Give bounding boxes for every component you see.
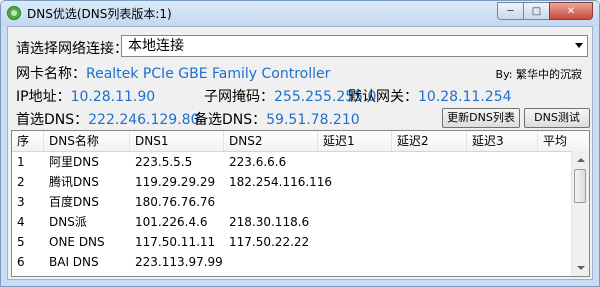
column-header-delay1[interactable]: 延迟1 [318, 131, 392, 151]
window-title: DNS优选(DNS列表版本:1) [27, 7, 172, 21]
cell-delay3 [467, 253, 538, 272]
cell-dns-name: BAI DNS [49, 255, 99, 269]
cell-delay2 [392, 233, 467, 252]
cell-seq: 6 [17, 255, 25, 269]
arrow-up-icon [576, 157, 585, 162]
app-window: DNS优选(DNS列表版本:1) ─ □ ✕ 请选择网络连接： 本地连接 网卡名… [0, 0, 600, 287]
column-header-delay2[interactable]: 延迟2 [392, 131, 467, 151]
close-icon: ✕ [566, 5, 576, 17]
cell-dns1: 223.5.5.5 [135, 155, 193, 169]
update-dns-list-button[interactable]: 更新DNS列表 [442, 108, 520, 128]
alternate-dns-label: 备选DNS： [194, 112, 267, 128]
cell-dns2: 218.30.118.6 [229, 215, 310, 229]
maximize-button[interactable]: □ [523, 2, 549, 20]
network-connection-select[interactable]: 本地连接 [121, 35, 588, 57]
gateway-row: 默认网关：10.28.11.254 [348, 86, 512, 106]
alternate-dns-row: 备选DNS：59.51.78.210 [194, 109, 360, 129]
author-byline: By: 繁华中的沉寂 [495, 68, 582, 81]
dns-table: 序 DNS名称 DNS1 DNS2 延迟1 延迟2 延迟3 平均 1 阿里DNS 223.5.5.… [11, 130, 590, 277]
network-select-value: 本地连接 [128, 38, 184, 54]
arrow-down-icon [576, 265, 585, 270]
cell-dns2 [224, 193, 318, 212]
ip-label: IP地址： [16, 89, 71, 105]
cell-seq: 5 [17, 235, 25, 249]
cell-delay1 [318, 253, 392, 272]
cell-dns1: 101.226.4.6 [135, 215, 208, 229]
scrollbar-thumb[interactable] [574, 169, 586, 203]
cell-dns-name: 阿里DNS [49, 155, 99, 169]
cell-dns1: 223.113.97.99 [135, 255, 223, 269]
preferred-dns-label: 首选DNS： [16, 112, 89, 128]
cell-delay2 [392, 253, 467, 272]
preferred-dns-value: 222.246.129.80 [88, 112, 200, 128]
cell-delay1 [318, 173, 392, 192]
table-row[interactable]: 2 腾讯DNS 119.29.29.29 182.254.116.116 [12, 173, 582, 192]
cell-delay3 [467, 173, 538, 192]
title-bar[interactable]: DNS优选(DNS列表版本:1) ─ □ ✕ [1, 1, 599, 26]
table-header: 序 DNS名称 DNS1 DNS2 延迟1 延迟2 延迟3 平均 [12, 131, 589, 152]
maximize-icon: □ [531, 5, 542, 17]
cell-dns2 [224, 253, 318, 272]
column-header-seq[interactable]: 序 [12, 131, 44, 151]
ip-address-row: IP地址：10.28.11.90 [16, 86, 155, 106]
table-row[interactable]: 3 百度DNS 180.76.76.76 [12, 193, 582, 212]
app-logo-icon [7, 6, 21, 20]
ip-value: 10.28.11.90 [70, 89, 156, 105]
adapter-value: Realtek PCIe GBE Family Controller [86, 66, 331, 82]
cell-dns1: 119.29.29.29 [135, 175, 216, 189]
dns-test-button[interactable]: DNS测试 [524, 108, 590, 128]
minimize-button[interactable]: ─ [497, 2, 523, 20]
scroll-down-button[interactable] [572, 259, 589, 276]
caption-buttons: ─ □ ✕ [497, 2, 593, 21]
minimize-icon: ─ [507, 5, 514, 17]
gateway-value: 10.28.11.254 [418, 89, 512, 105]
adapter-row: 网卡名称：Realtek PCIe GBE Family Controller [16, 63, 330, 83]
network-select-label: 请选择网络连接： [16, 41, 128, 57]
cell-seq: 4 [17, 215, 25, 229]
table-row[interactable]: 6 BAI DNS 223.113.97.99 [12, 253, 582, 272]
gateway-label: 默认网关： [348, 89, 418, 105]
column-header-dns-name[interactable]: DNS名称 [44, 131, 130, 151]
cell-dns2: 117.50.22.22 [229, 235, 310, 249]
cell-dns2: 182.254.116.116 [229, 175, 333, 189]
cell-delay1 [318, 213, 392, 232]
preferred-dns-row: 首选DNS：222.246.129.80 [16, 109, 199, 129]
cell-delay1 [318, 193, 392, 212]
cell-delay3 [467, 213, 538, 232]
column-header-average[interactable]: 平均 [538, 131, 589, 151]
cell-delay2 [392, 213, 467, 232]
cell-seq: 2 [17, 175, 25, 189]
cell-delay3 [467, 233, 538, 252]
column-header-dns1[interactable]: DNS1 [130, 131, 224, 151]
cell-dns2: 223.6.6.6 [229, 155, 287, 169]
close-button[interactable]: ✕ [549, 2, 593, 20]
vertical-scrollbar[interactable] [571, 151, 589, 276]
cell-delay2 [392, 173, 467, 192]
scroll-up-button[interactable] [572, 151, 589, 168]
cell-delay1 [318, 153, 392, 172]
cell-dns-name: 腾讯DNS [49, 175, 99, 189]
client-area: 请选择网络连接： 本地连接 网卡名称：Realtek PCIe GBE Fami… [7, 26, 593, 280]
column-header-delay3[interactable]: 延迟3 [467, 131, 538, 151]
table-row[interactable]: 1 阿里DNS 223.5.5.5 223.6.6.6 [12, 153, 582, 172]
cell-delay1 [318, 233, 392, 252]
cell-dns-name: ONE DNS [49, 235, 105, 249]
column-header-dns2[interactable]: DNS2 [224, 131, 318, 151]
cell-delay3 [467, 193, 538, 212]
cell-dns1: 180.76.76.76 [135, 195, 216, 209]
alternate-dns-value: 59.51.78.210 [266, 112, 360, 128]
cell-seq: 3 [17, 195, 25, 209]
mask-label: 子网掩码： [204, 89, 274, 105]
cell-seq: 1 [17, 155, 25, 169]
cell-dns-name: DNS派 [49, 215, 87, 229]
cell-dns1: 117.50.11.11 [135, 235, 216, 249]
adapter-label: 网卡名称： [16, 66, 86, 82]
cell-dns-name: 百度DNS [49, 195, 99, 209]
chevron-down-icon [575, 43, 583, 48]
cell-delay2 [392, 193, 467, 212]
table-row[interactable]: 4 DNS派 101.226.4.6 218.30.118.6 [12, 213, 582, 232]
table-row[interactable]: 5 ONE DNS 117.50.11.11 117.50.22.22 [12, 233, 582, 252]
cell-delay2 [392, 153, 467, 172]
cell-delay3 [467, 153, 538, 172]
